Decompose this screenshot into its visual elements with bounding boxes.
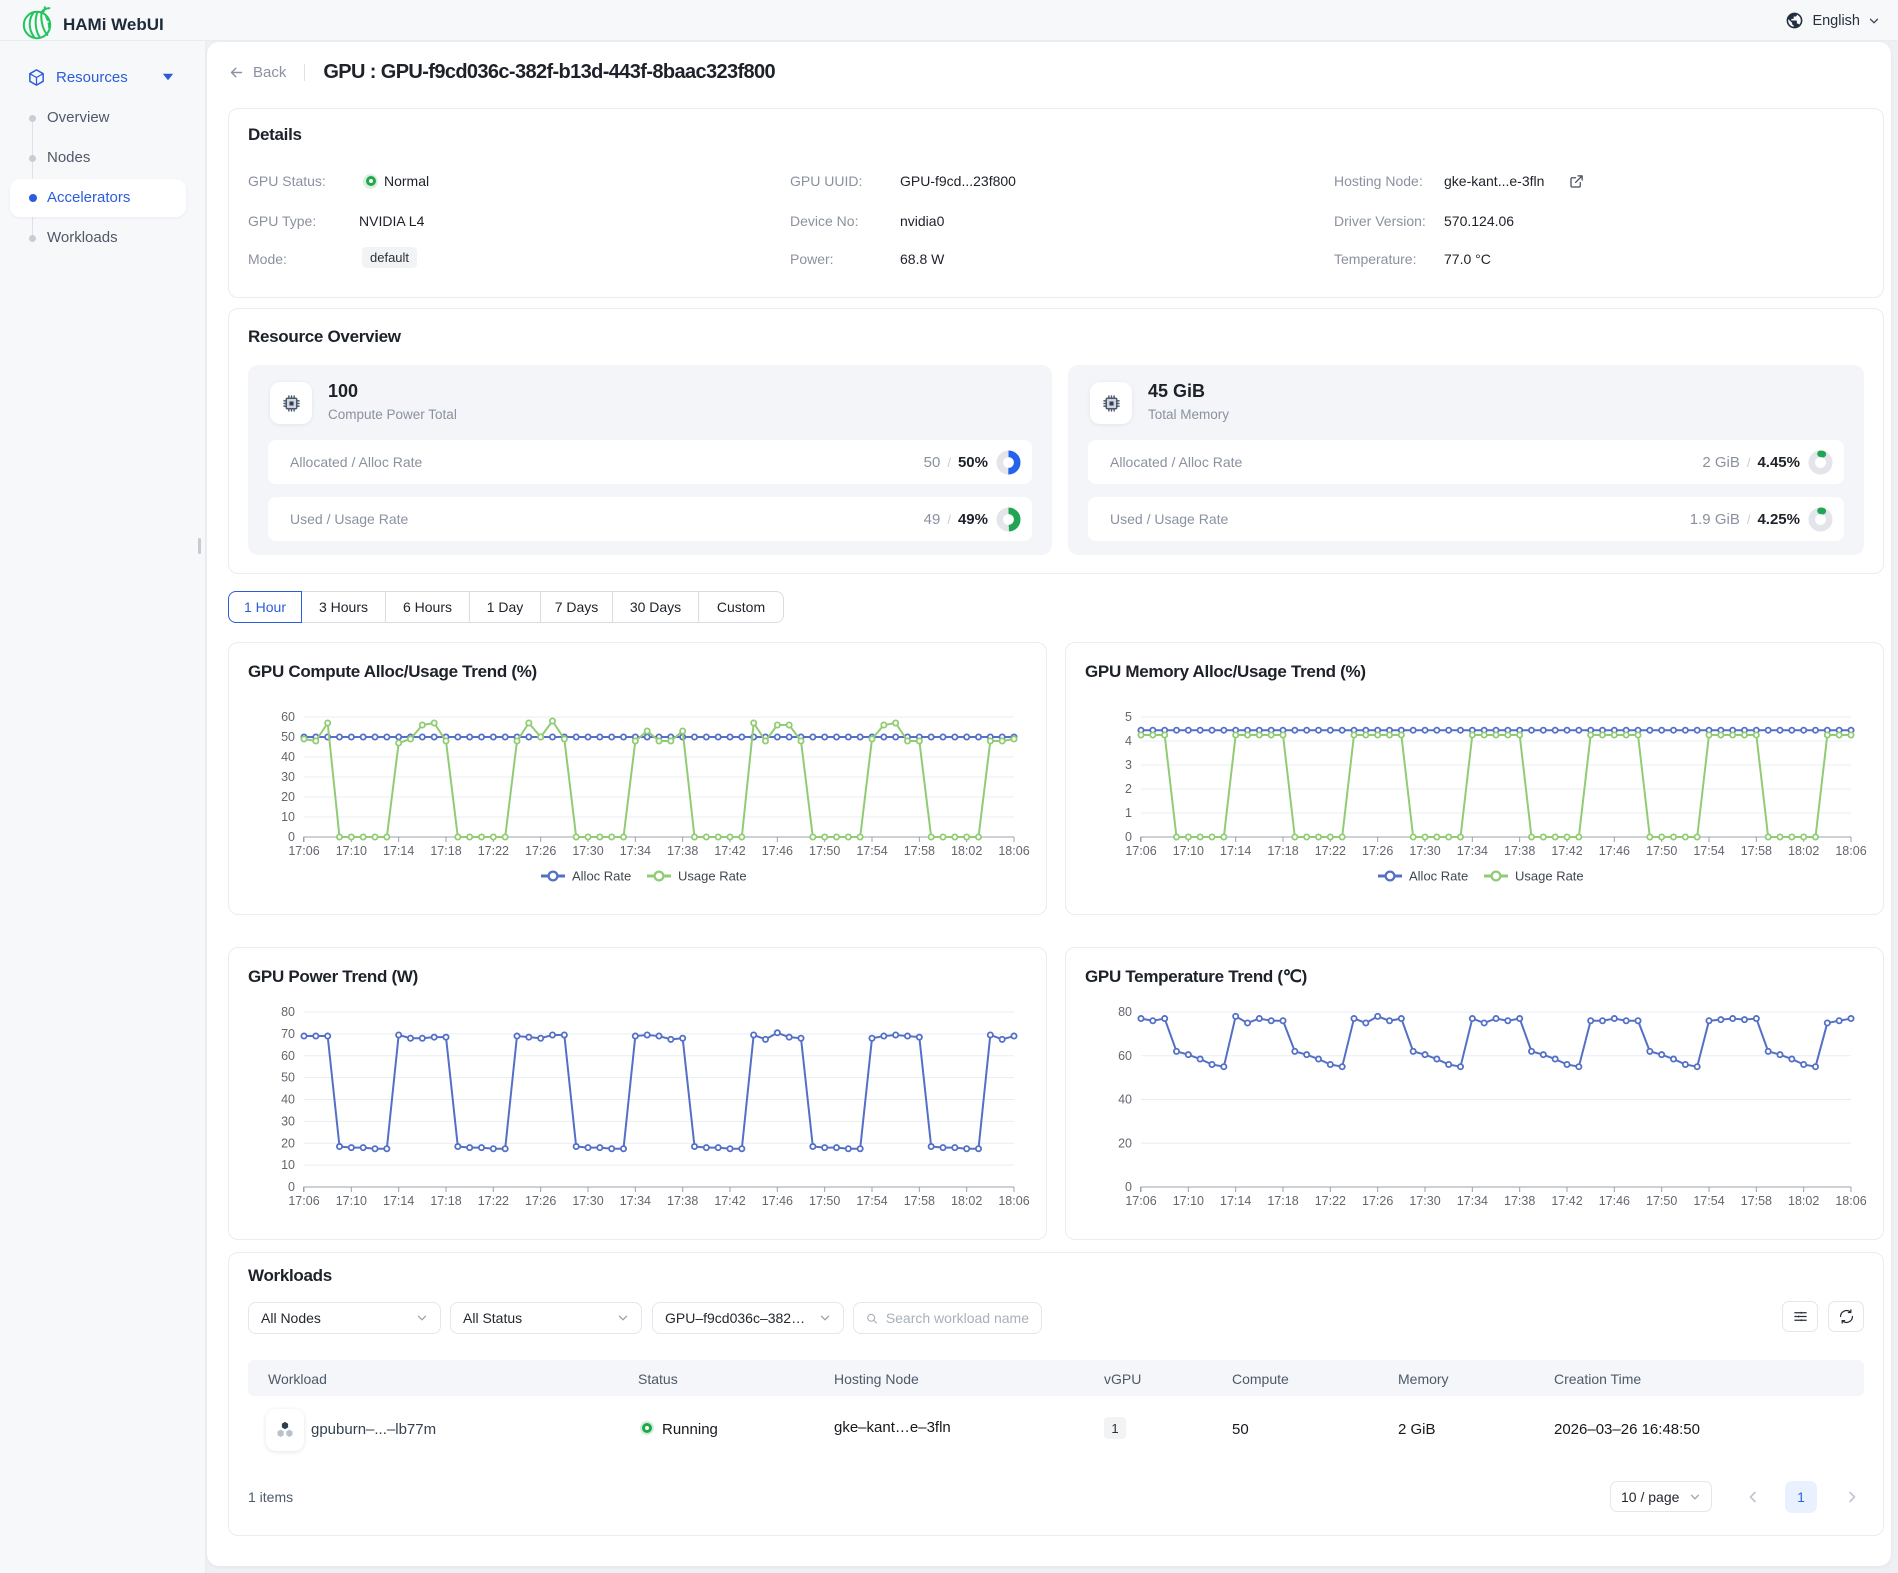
svg-text:30: 30 [281, 1114, 295, 1128]
svg-text:17:26: 17:26 [525, 1194, 556, 1208]
svg-text:18:02: 18:02 [951, 1194, 982, 1208]
svg-text:20: 20 [1118, 1136, 1132, 1150]
svg-text:3: 3 [1125, 758, 1132, 772]
svg-text:17:30: 17:30 [1409, 844, 1440, 858]
svg-text:17:22: 17:22 [1315, 844, 1346, 858]
svg-text:17:42: 17:42 [1551, 844, 1582, 858]
svg-text:17:46: 17:46 [762, 844, 793, 858]
svg-text:17:14: 17:14 [383, 844, 414, 858]
svg-text:17:34: 17:34 [1457, 1194, 1488, 1208]
svg-text:17:06: 17:06 [1125, 1194, 1156, 1208]
svg-text:17:54: 17:54 [1693, 844, 1724, 858]
svg-text:17:42: 17:42 [714, 1194, 745, 1208]
svg-text:18:06: 18:06 [998, 1194, 1029, 1208]
svg-text:17:54: 17:54 [1693, 1194, 1724, 1208]
svg-text:17:14: 17:14 [1220, 1194, 1251, 1208]
svg-text:17:58: 17:58 [1741, 1194, 1772, 1208]
svg-text:5: 5 [1125, 710, 1132, 724]
svg-text:17:50: 17:50 [1646, 1194, 1677, 1208]
svg-text:17:42: 17:42 [1551, 1194, 1582, 1208]
svg-text:17:46: 17:46 [1599, 844, 1630, 858]
svg-text:17:38: 17:38 [667, 1194, 698, 1208]
svg-text:17:58: 17:58 [1741, 844, 1772, 858]
svg-text:17:34: 17:34 [620, 1194, 651, 1208]
svg-text:17:06: 17:06 [288, 844, 319, 858]
svg-text:17:18: 17:18 [430, 844, 461, 858]
svg-text:17:50: 17:50 [809, 1194, 840, 1208]
svg-text:17:38: 17:38 [1504, 1194, 1535, 1208]
svg-text:20: 20 [281, 1136, 295, 1150]
svg-text:17:50: 17:50 [1646, 844, 1677, 858]
svg-text:18:02: 18:02 [951, 844, 982, 858]
svg-text:17:26: 17:26 [525, 844, 556, 858]
svg-text:17:10: 17:10 [336, 1194, 367, 1208]
svg-text:17:34: 17:34 [1457, 844, 1488, 858]
svg-text:17:58: 17:58 [904, 1194, 935, 1208]
svg-text:17:18: 17:18 [1267, 844, 1298, 858]
svg-text:17:58: 17:58 [904, 844, 935, 858]
svg-text:17:06: 17:06 [288, 1194, 319, 1208]
svg-text:60: 60 [281, 710, 295, 724]
svg-text:0: 0 [1125, 830, 1132, 844]
svg-text:50: 50 [281, 730, 295, 744]
svg-text:17:54: 17:54 [856, 844, 887, 858]
svg-text:10: 10 [281, 1158, 295, 1172]
svg-text:Usage Rate: Usage Rate [678, 869, 747, 884]
svg-text:17:26: 17:26 [1362, 844, 1393, 858]
svg-text:17:06: 17:06 [1125, 844, 1156, 858]
svg-text:60: 60 [281, 1049, 295, 1063]
svg-text:17:22: 17:22 [478, 1194, 509, 1208]
svg-text:0: 0 [1125, 1180, 1132, 1194]
svg-text:2: 2 [1125, 782, 1132, 796]
svg-text:17:18: 17:18 [430, 1194, 461, 1208]
svg-text:17:30: 17:30 [572, 844, 603, 858]
svg-text:0: 0 [288, 1180, 295, 1194]
svg-text:0: 0 [288, 830, 295, 844]
svg-text:17:42: 17:42 [714, 844, 745, 858]
svg-text:18:06: 18:06 [1835, 844, 1866, 858]
svg-text:1: 1 [1125, 806, 1132, 820]
svg-text:4: 4 [1125, 734, 1132, 748]
svg-text:18:06: 18:06 [998, 844, 1029, 858]
svg-text:18:02: 18:02 [1788, 844, 1819, 858]
svg-text:17:22: 17:22 [1315, 1194, 1346, 1208]
svg-text:18:02: 18:02 [1788, 1194, 1819, 1208]
svg-text:17:34: 17:34 [620, 844, 651, 858]
svg-text:80: 80 [281, 1005, 295, 1019]
svg-text:17:38: 17:38 [1504, 844, 1535, 858]
svg-text:17:10: 17:10 [1173, 844, 1204, 858]
svg-text:50: 50 [281, 1071, 295, 1085]
svg-text:40: 40 [281, 750, 295, 764]
svg-text:17:30: 17:30 [572, 1194, 603, 1208]
svg-text:20: 20 [281, 790, 295, 804]
svg-text:17:22: 17:22 [478, 844, 509, 858]
svg-text:Usage Rate: Usage Rate [1515, 869, 1584, 884]
svg-text:10: 10 [281, 810, 295, 824]
svg-text:40: 40 [281, 1093, 295, 1107]
svg-text:60: 60 [1118, 1049, 1132, 1063]
svg-text:40: 40 [1118, 1093, 1132, 1107]
svg-text:17:46: 17:46 [762, 1194, 793, 1208]
svg-text:70: 70 [281, 1027, 295, 1041]
svg-text:17:26: 17:26 [1362, 1194, 1393, 1208]
svg-text:17:46: 17:46 [1599, 1194, 1630, 1208]
svg-text:17:54: 17:54 [856, 1194, 887, 1208]
svg-text:17:38: 17:38 [667, 844, 698, 858]
svg-text:17:18: 17:18 [1267, 1194, 1298, 1208]
svg-text:17:10: 17:10 [336, 844, 367, 858]
svg-text:18:06: 18:06 [1835, 1194, 1866, 1208]
svg-text:17:50: 17:50 [809, 844, 840, 858]
svg-text:17:10: 17:10 [1173, 1194, 1204, 1208]
svg-text:Alloc Rate: Alloc Rate [1409, 869, 1468, 884]
svg-text:Alloc Rate: Alloc Rate [572, 869, 631, 884]
svg-text:30: 30 [281, 770, 295, 784]
svg-text:17:14: 17:14 [1220, 844, 1251, 858]
svg-text:17:30: 17:30 [1409, 1194, 1440, 1208]
svg-text:17:14: 17:14 [383, 1194, 414, 1208]
svg-text:80: 80 [1118, 1005, 1132, 1019]
